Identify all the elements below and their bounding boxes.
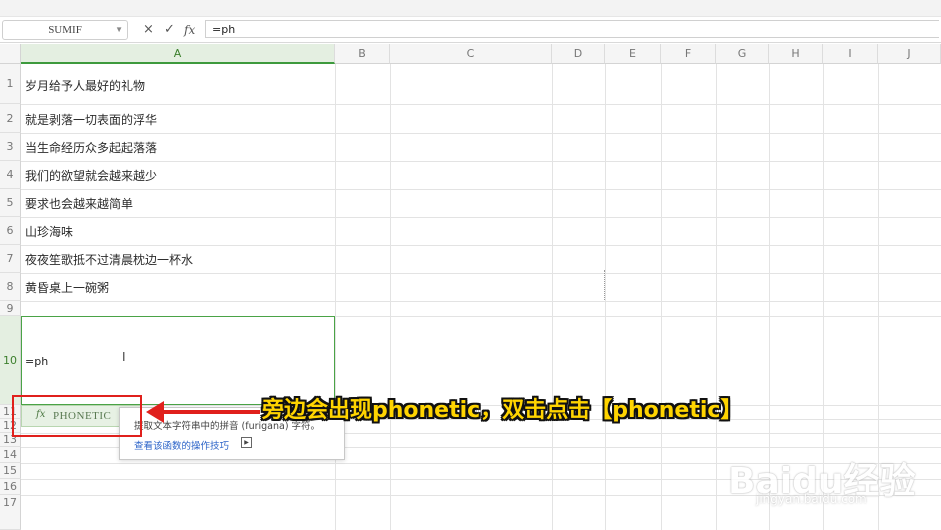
grid-line xyxy=(21,133,941,134)
text-cursor-icon: I xyxy=(122,350,126,364)
formula-bar: SUMIF ▼ × ✓ fx =ph xyxy=(0,18,941,43)
cancel-icon[interactable]: × xyxy=(143,21,154,39)
row-header-16[interactable]: 16 xyxy=(0,479,21,495)
function-help-link[interactable]: 查看该函数的操作技巧 xyxy=(134,438,229,452)
row-header-1[interactable]: 1 xyxy=(0,64,21,104)
name-box[interactable]: SUMIF ▼ xyxy=(2,20,128,40)
row-header-17[interactable]: 17 xyxy=(0,495,21,530)
grid-line xyxy=(21,245,941,246)
cell-a6[interactable]: 山珍海味 xyxy=(25,223,73,240)
row-header-6[interactable]: 6 xyxy=(0,217,21,245)
cell-a10-input[interactable]: =ph xyxy=(25,355,48,368)
column-header-j[interactable]: J xyxy=(878,44,941,64)
column-header-f[interactable]: F xyxy=(661,44,716,64)
arrow-left-icon xyxy=(146,401,164,423)
formula-input[interactable]: =ph xyxy=(205,20,939,38)
row-header-10[interactable]: 10 xyxy=(0,316,21,405)
row-header-4[interactable]: 4 xyxy=(0,161,21,189)
cell-a8[interactable]: 黄昏桌上一碗粥 xyxy=(25,279,109,296)
cell-a2[interactable]: 就是剥落一切表面的浮华 xyxy=(25,111,157,128)
arrow-shaft xyxy=(160,410,260,414)
name-box-value: SUMIF xyxy=(48,24,82,36)
column-header-i[interactable]: I xyxy=(823,44,878,64)
row-header-9[interactable]: 9 xyxy=(0,301,21,316)
column-header-c[interactable]: C xyxy=(390,44,552,64)
row-header-15[interactable]: 15 xyxy=(0,463,21,479)
row-header-2[interactable]: 2 xyxy=(0,104,21,133)
cell-a1[interactable]: 岁月给予人最好的礼物 xyxy=(25,77,145,94)
cell-a3[interactable]: 当生命经历众多起起落落 xyxy=(25,139,157,156)
column-header-b[interactable]: B xyxy=(335,44,390,64)
tutorial-annotation: 旁边会出现phonetic，双击点击【phonetic】 xyxy=(262,398,743,423)
grid-line xyxy=(21,301,941,302)
column-header-d[interactable]: D xyxy=(552,44,605,64)
page-break-indicator xyxy=(604,270,606,300)
column-header-e[interactable]: E xyxy=(605,44,661,64)
confirm-icon[interactable]: ✓ xyxy=(164,21,175,39)
row-header-7[interactable]: 7 xyxy=(0,245,21,273)
highlight-box xyxy=(12,395,142,437)
cell-a5[interactable]: 要求也会越来越简单 xyxy=(25,195,133,212)
row-header-8[interactable]: 8 xyxy=(0,273,21,301)
grid-line xyxy=(21,161,941,162)
watermark-url: jingyan.baidu.com xyxy=(756,492,867,506)
grid-line xyxy=(21,104,941,105)
column-header-h[interactable]: H xyxy=(769,44,823,64)
select-all-corner[interactable] xyxy=(0,44,21,64)
grid-line xyxy=(21,273,941,274)
row-header-5[interactable]: 5 xyxy=(0,189,21,217)
grid-line xyxy=(21,217,941,218)
column-header-a[interactable]: A xyxy=(21,44,335,64)
cell-a4[interactable]: 我们的欲望就会越来越少 xyxy=(25,167,157,184)
chevron-down-icon[interactable]: ▼ xyxy=(115,21,123,39)
row-header-14[interactable]: 14 xyxy=(0,447,21,463)
cell-a7[interactable]: 夜夜笙歌抵不过清晨枕边一杯水 xyxy=(25,251,193,268)
row-header-3[interactable]: 3 xyxy=(0,133,21,161)
grid-line xyxy=(21,189,941,190)
column-header-g[interactable]: G xyxy=(716,44,769,64)
play-icon[interactable]: ▶ xyxy=(241,437,252,448)
ribbon-strip xyxy=(0,0,941,17)
insert-function-icon[interactable]: fx xyxy=(184,21,195,39)
